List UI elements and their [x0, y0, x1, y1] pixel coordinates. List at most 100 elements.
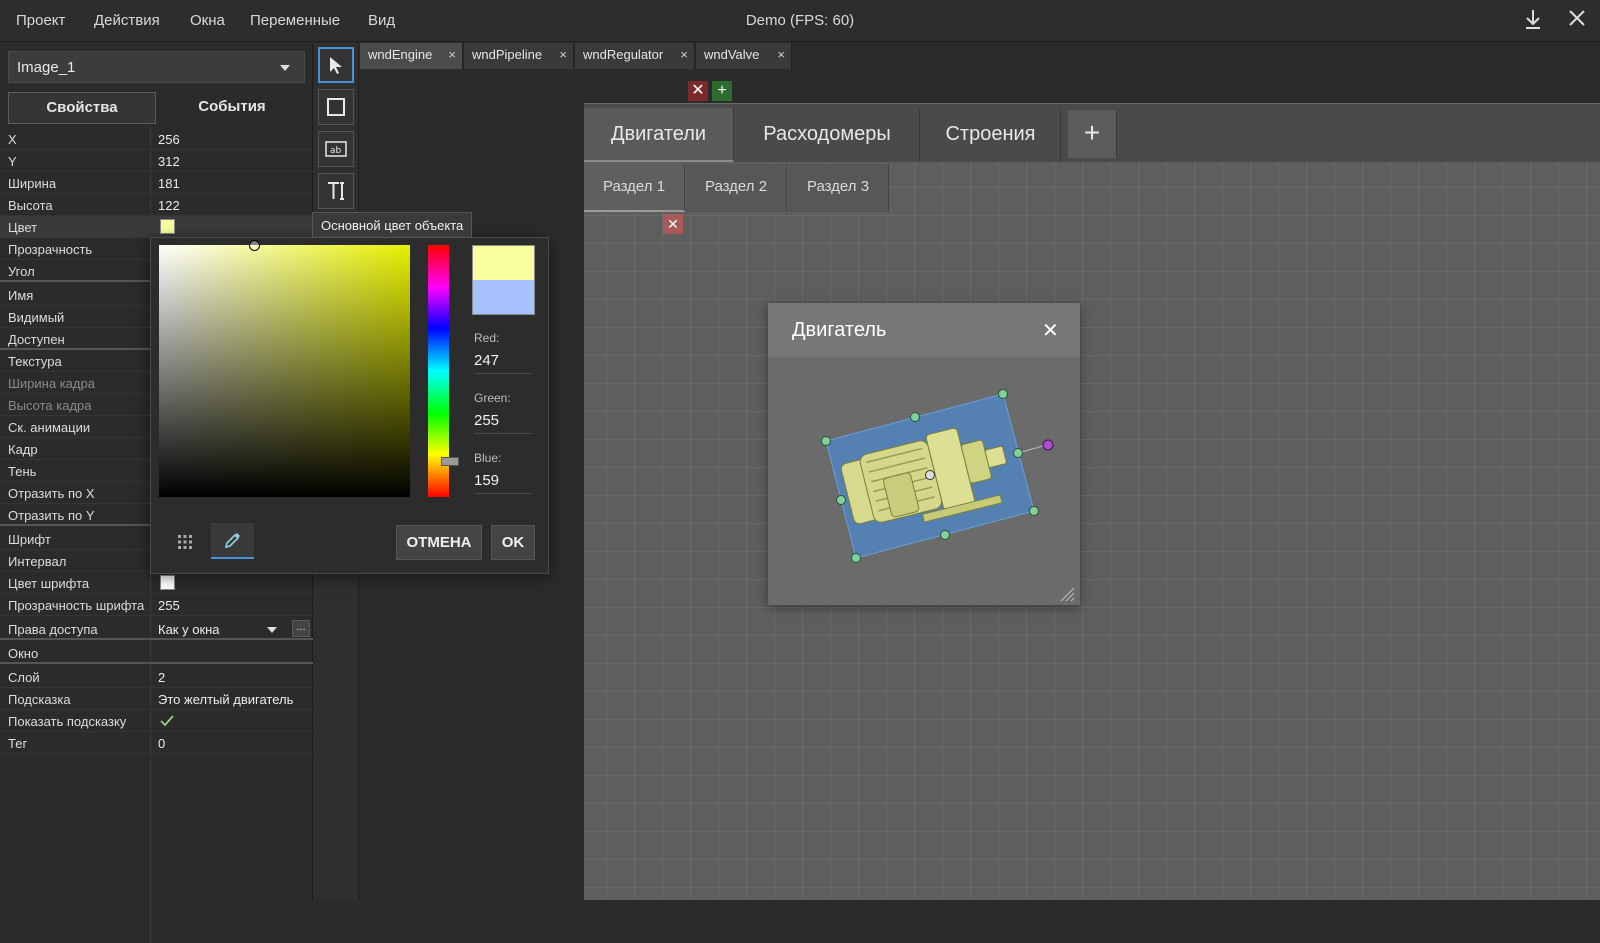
chevron-down-icon[interactable]	[267, 627, 277, 633]
close-icon[interactable]	[1564, 8, 1590, 34]
property-value[interactable]: 122	[158, 198, 180, 213]
property-row[interactable]: Тег 0	[0, 732, 313, 754]
property-label: Ширина	[8, 176, 57, 191]
old-color-swatch	[473, 280, 534, 314]
menu-view[interactable]: Вид	[368, 12, 395, 29]
property-label: Текстура	[8, 354, 62, 369]
eyedropper-icon[interactable]	[211, 523, 254, 559]
property-label: Y	[8, 154, 17, 169]
tab-wndRegulator[interactable]: wndRegulator ×	[575, 43, 695, 69]
property-label: Подсказка	[8, 692, 71, 707]
textbox-tool[interactable]: ab	[318, 131, 354, 167]
close-icon[interactable]: ×	[680, 47, 688, 62]
menu-variables[interactable]: Переменные	[250, 12, 340, 29]
menu-windows[interactable]: Окна	[190, 12, 225, 29]
property-value[interactable]: 0	[158, 736, 165, 751]
tab-properties[interactable]: Свойства	[8, 92, 156, 124]
tab-section-3[interactable]: Раздел 3	[788, 164, 889, 212]
remove-tab-button[interactable]: ✕	[688, 81, 708, 101]
property-label: Угол	[8, 264, 35, 279]
tab-label: wndEngine	[368, 47, 433, 62]
close-icon[interactable]: ×	[448, 47, 456, 62]
property-value[interactable]: 181	[158, 176, 180, 191]
more-button[interactable]: ...	[292, 620, 310, 637]
property-label: Тень	[8, 464, 37, 479]
blue-input[interactable]: 159	[474, 472, 532, 494]
blue-label: Blue:	[474, 451, 502, 465]
window-tabs: wndEngine × wndPipeline × wndRegulator ×…	[360, 43, 1600, 69]
engine-image-selection[interactable]	[768, 303, 1080, 605]
property-value[interactable]: Как у окна	[158, 622, 220, 637]
add-tab-button[interactable]: +	[1068, 110, 1117, 158]
app-title: Demo (FPS: 60)	[745, 12, 855, 29]
property-row[interactable]: X 256	[0, 128, 313, 150]
property-label: Показать подсказку	[8, 714, 127, 729]
property-row[interactable]: Слой 2	[0, 666, 313, 688]
cancel-button[interactable]: ОТМЕНА	[396, 525, 482, 560]
property-value[interactable]: Это желтый двигатель	[158, 692, 293, 707]
ok-button[interactable]: OK	[491, 525, 535, 560]
menu-project[interactable]: Проект	[16, 12, 65, 29]
property-row[interactable]: Права доступа Как у окна...	[0, 618, 313, 640]
rectangle-tool[interactable]	[318, 89, 354, 125]
property-value[interactable]: 2	[158, 670, 165, 685]
saturation-value-field[interactable]	[159, 240, 410, 497]
property-row[interactable]: Ширина 181	[0, 172, 313, 194]
rectangle-icon	[327, 98, 345, 116]
property-label: Цвет	[8, 220, 38, 235]
property-row[interactable]: Y 312	[0, 150, 313, 172]
property-label: Шрифт	[8, 532, 51, 547]
property-value[interactable]: 256	[158, 132, 180, 147]
color-picker: Red: 247 Green: 255 Blue: 159 ОТМЕНА OK	[150, 237, 549, 574]
font-color-swatch[interactable]	[160, 575, 175, 590]
textbox-icon: ab	[325, 141, 347, 157]
tab-events[interactable]: События	[158, 92, 306, 124]
property-label: Отразить по Y	[8, 508, 95, 523]
close-icon[interactable]: ×	[559, 47, 567, 62]
tab-wndValve[interactable]: wndValve ×	[696, 43, 792, 69]
property-row[interactable]: Цвет	[0, 216, 313, 238]
tab-wndEngine[interactable]: wndEngine ×	[360, 43, 463, 69]
remove-section-button[interactable]: ✕	[663, 214, 683, 234]
palette-grid-icon[interactable]	[177, 534, 193, 555]
property-value[interactable]: 312	[158, 154, 180, 169]
property-label: Окно	[8, 646, 39, 661]
property-row[interactable]: Цвет шрифта	[0, 572, 313, 594]
property-label: Имя	[8, 288, 34, 303]
menu-actions[interactable]: Действия	[94, 12, 160, 29]
property-label: Тег	[8, 736, 28, 751]
object-select[interactable]: Image_1	[8, 51, 305, 83]
close-icon[interactable]: ×	[777, 47, 785, 62]
text-tool[interactable]	[318, 173, 354, 209]
hue-slider[interactable]	[428, 245, 459, 497]
property-row[interactable]: Прозрачность шрифта 255	[0, 594, 313, 616]
red-label: Red:	[474, 331, 500, 345]
red-input[interactable]: 247	[474, 352, 532, 374]
add-tab-button[interactable]: +	[712, 81, 732, 101]
property-row[interactable]: Окно	[0, 642, 313, 664]
tab-engines[interactable]: Двигатели	[584, 108, 734, 162]
tab-wndPipeline[interactable]: wndPipeline ×	[464, 43, 574, 69]
property-value[interactable]: 255	[158, 598, 180, 613]
property-row[interactable]: Показать подсказку	[0, 710, 313, 732]
property-row[interactable]: Подсказка Это желтый двигатель	[0, 688, 313, 710]
hue-slider-handle[interactable]	[441, 457, 459, 466]
tab-buildings[interactable]: Строения	[921, 108, 1061, 162]
design-canvas[interactable]	[584, 103, 1600, 900]
tab-section-1[interactable]: Раздел 1	[584, 164, 685, 212]
color-swatch[interactable]	[160, 219, 175, 234]
color-cursor-handle[interactable]	[249, 240, 260, 251]
tooltip: Основной цвет объекта	[312, 212, 473, 238]
chevron-down-icon	[280, 65, 290, 71]
green-input[interactable]: 255	[474, 412, 532, 434]
checkmark-icon[interactable]	[160, 715, 174, 727]
pointer-tool[interactable]	[318, 47, 354, 83]
cursor-arrow-icon	[330, 57, 342, 74]
download-icon[interactable]	[1520, 8, 1546, 34]
property-label: Слой	[8, 670, 40, 685]
tab-flowmeters[interactable]: Расходомеры	[735, 108, 920, 162]
property-row[interactable]: Высота 122	[0, 194, 313, 216]
property-label: Прозрачность шрифта	[8, 598, 145, 613]
tab-section-2[interactable]: Раздел 2	[686, 164, 787, 212]
text-cursor-icon	[328, 182, 344, 200]
